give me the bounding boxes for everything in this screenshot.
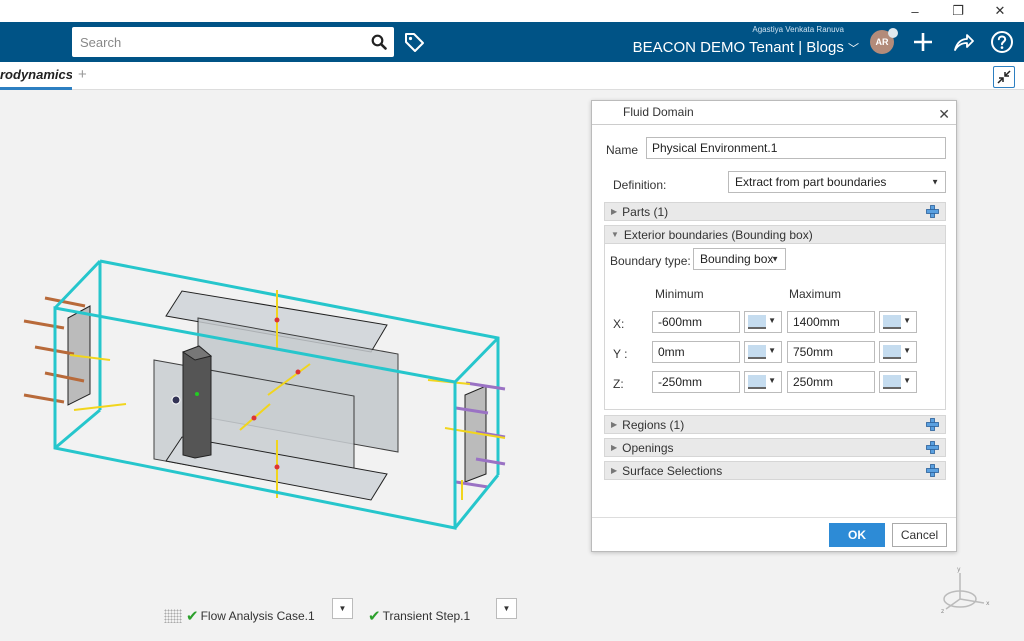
dialog-title: Fluid Domain ✕ bbox=[592, 101, 956, 125]
top-bar: Agastiya Venkata Ranuva BEACON DEMO Tena… bbox=[0, 22, 1024, 62]
add-tab-button[interactable]: + bbox=[78, 66, 87, 83]
fluid-domain-dialog: Fluid Domain ✕ Name Physical Environment… bbox=[591, 100, 957, 552]
dialog-footer-divider bbox=[592, 517, 956, 518]
exterior-boundaries-panel: Boundary type: Bounding box ▼ Minimum Ma… bbox=[604, 244, 946, 410]
x-max-field[interactable]: 1400mm bbox=[787, 311, 875, 333]
y-min-field[interactable]: 0mm bbox=[652, 341, 740, 363]
axis-x-label: X: bbox=[613, 317, 625, 331]
3d-model-scene[interactable] bbox=[0, 90, 590, 550]
maximum-header: Maximum bbox=[789, 287, 842, 301]
search-icon[interactable] bbox=[364, 27, 394, 57]
name-label: Name bbox=[606, 143, 639, 157]
dialog-title-text: Fluid Domain bbox=[623, 105, 694, 119]
definition-select[interactable]: Extract from part boundaries ▼ bbox=[728, 171, 946, 193]
window-titlebar: – ❐ ✕ bbox=[0, 0, 1024, 22]
compass-icon[interactable]: y x z bbox=[932, 565, 992, 625]
mesh-icon bbox=[164, 609, 182, 623]
search-box bbox=[72, 27, 394, 57]
section-openings[interactable]: ▶ Openings bbox=[604, 438, 946, 457]
definition-value: Extract from part boundaries bbox=[735, 175, 887, 189]
axis-y-label: Y : bbox=[613, 347, 628, 361]
checkmark-icon: ✔ bbox=[368, 608, 381, 625]
y-max-unit-button[interactable]: ▼ bbox=[879, 341, 917, 363]
transient-step[interactable]: ✔ Transient Step.1 bbox=[368, 607, 470, 625]
z-max-field[interactable]: 250mm bbox=[787, 371, 875, 393]
tab-aerodynamics[interactable]: rodynamics bbox=[0, 62, 72, 90]
z-min-field[interactable]: -250mm bbox=[652, 371, 740, 393]
y-min-unit-button[interactable]: ▼ bbox=[744, 341, 782, 363]
help-icon[interactable] bbox=[990, 30, 1014, 54]
add-icon[interactable] bbox=[926, 418, 939, 431]
add-icon[interactable] bbox=[926, 464, 939, 477]
x-max-unit-button[interactable]: ▼ bbox=[879, 311, 917, 333]
flow-analysis-case-label: Flow Analysis Case.1 bbox=[200, 609, 315, 623]
avatar[interactable]: AR bbox=[870, 28, 898, 54]
tag-icon[interactable] bbox=[402, 30, 426, 54]
section-regions[interactable]: ▶ Regions (1) bbox=[604, 415, 946, 434]
section-surfaces-label: Surface Selections bbox=[622, 463, 723, 478]
caret-down-icon: ▼ bbox=[611, 230, 619, 239]
boundary-type-select[interactable]: Bounding box ▼ bbox=[693, 248, 786, 270]
chevron-down-icon: ▼ bbox=[771, 254, 779, 264]
share-icon[interactable] bbox=[951, 30, 975, 54]
flow-analysis-case[interactable]: ✔ Flow Analysis Case.1 bbox=[164, 607, 315, 625]
tenant-selector[interactable]: BEACON DEMO Tenant | Blogs ﹀ bbox=[633, 39, 859, 56]
section-regions-label: Regions (1) bbox=[622, 417, 685, 432]
compass-z-label: z bbox=[941, 608, 944, 615]
cancel-button[interactable]: Cancel bbox=[892, 523, 947, 547]
checkmark-icon: ✔ bbox=[186, 608, 199, 625]
caret-right-icon: ▶ bbox=[611, 466, 618, 475]
compass-y-label: y bbox=[957, 566, 961, 573]
add-icon[interactable] bbox=[926, 205, 939, 218]
x-min-field[interactable]: -600mm bbox=[652, 311, 740, 333]
compass-x-label: x bbox=[986, 600, 990, 607]
add-icon[interactable] bbox=[911, 30, 935, 54]
case-dropdown-button[interactable]: ▼ bbox=[332, 598, 353, 619]
boundary-type-label: Boundary type: bbox=[610, 254, 691, 268]
add-icon[interactable] bbox=[926, 441, 939, 454]
caret-right-icon: ▶ bbox=[611, 207, 618, 216]
axis-z-label: Z: bbox=[613, 377, 624, 391]
minimize-button[interactable]: – bbox=[895, 0, 935, 22]
z-min-unit-button[interactable]: ▼ bbox=[744, 371, 782, 393]
name-field[interactable]: Physical Environment.1 bbox=[646, 137, 946, 159]
close-icon[interactable]: ✕ bbox=[938, 103, 950, 126]
tenant-label: BEACON DEMO Tenant | Blogs bbox=[632, 39, 844, 56]
maximize-button[interactable]: ❐ bbox=[938, 0, 978, 22]
user-name: Agastiya Venkata Ranuva bbox=[752, 25, 844, 34]
z-max-unit-button[interactable]: ▼ bbox=[879, 371, 917, 393]
chevron-down-icon: ﹀ bbox=[848, 43, 859, 55]
minimum-header: Minimum bbox=[655, 287, 704, 301]
transient-step-label: Transient Step.1 bbox=[382, 609, 471, 623]
caret-right-icon: ▶ bbox=[611, 443, 618, 452]
step-dropdown-button[interactable]: ▼ bbox=[496, 598, 517, 619]
collapse-icon[interactable] bbox=[993, 66, 1015, 88]
ok-button[interactable]: OK bbox=[829, 523, 885, 547]
close-window-button[interactable]: ✕ bbox=[980, 0, 1020, 22]
section-openings-label: Openings bbox=[622, 440, 674, 455]
tab-label: rodynamics bbox=[0, 67, 72, 82]
avatar-initials: AR bbox=[875, 37, 889, 47]
section-surface-selections[interactable]: ▶ Surface Selections bbox=[604, 461, 946, 480]
chevron-down-icon: ▼ bbox=[931, 177, 939, 187]
definition-label: Definition: bbox=[613, 178, 667, 192]
section-exterior-boundaries[interactable]: ▼ Exterior boundaries (Bounding box) bbox=[604, 225, 946, 244]
section-parts[interactable]: ▶ Parts (1) bbox=[604, 202, 946, 221]
x-min-unit-button[interactable]: ▼ bbox=[744, 311, 782, 333]
section-exterior-label: Exterior boundaries (Bounding box) bbox=[623, 227, 813, 242]
caret-right-icon: ▶ bbox=[611, 420, 618, 429]
search-input[interactable] bbox=[72, 27, 364, 57]
section-parts-label: Parts (1) bbox=[622, 204, 669, 219]
status-badge bbox=[888, 28, 898, 38]
y-max-field[interactable]: 750mm bbox=[787, 341, 875, 363]
boundary-type-value: Bounding box bbox=[700, 252, 774, 266]
tab-bar: rodynamics + bbox=[0, 62, 1024, 90]
